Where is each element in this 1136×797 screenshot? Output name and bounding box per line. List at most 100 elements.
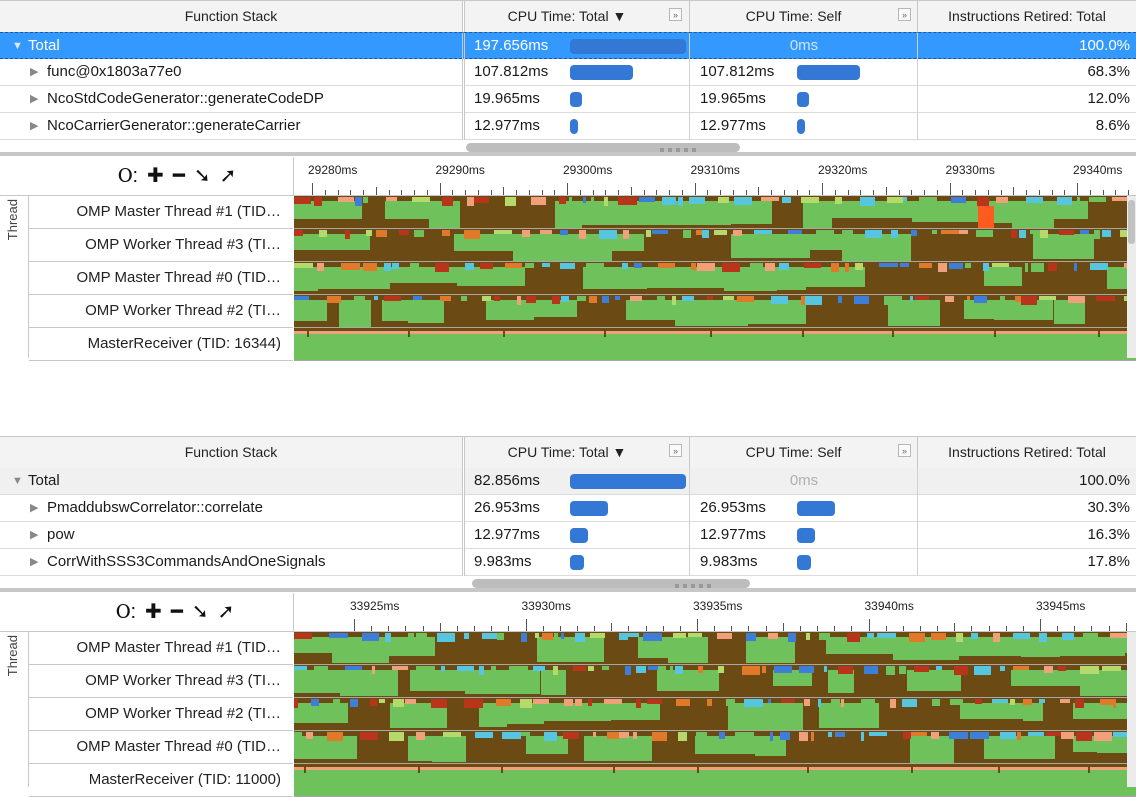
undo-zoom-icon[interactable]: ➘ [194, 157, 211, 195]
horizontal-scrollbar[interactable] [466, 577, 1136, 588]
expand-column-button[interactable]: » [898, 444, 911, 457]
horizontal-scroll-thumb[interactable] [466, 143, 740, 152]
zoom-in-icon[interactable]: ✚ [147, 157, 164, 195]
column-divider [462, 59, 465, 86]
column-divider[interactable] [462, 437, 465, 468]
expand-column-button[interactable]: » [669, 444, 682, 457]
lane-task-mark [560, 633, 564, 639]
vertical-scrollbar[interactable] [1127, 632, 1136, 787]
ruler-tick [847, 190, 849, 195]
lane-task-mark [349, 699, 358, 707]
lane-task-mark [588, 666, 595, 671]
zoom-out-icon[interactable]: ━ [171, 593, 183, 631]
thread-row-label[interactable]: OMP Master Thread #1 (TID… [29, 196, 293, 229]
collapse-triangle-icon[interactable]: ▼ [12, 468, 23, 494]
reset-zoom-icon[interactable]: ➚ [218, 593, 235, 631]
column-header-function-stack[interactable]: Function Stack [0, 437, 462, 468]
lane-task-mark [681, 296, 694, 301]
column-header-cpu-self[interactable]: CPU Time: Self [690, 1, 917, 32]
reset-zoom-icon[interactable]: ➚ [220, 157, 237, 195]
panel-splitter[interactable] [0, 148, 1136, 156]
lane-task-mark [619, 732, 629, 738]
thread-row-label[interactable]: OMP Worker Thread #3 (TI… [29, 229, 293, 262]
ruler-tick [541, 190, 543, 195]
thread-row-label[interactable]: MasterReceiver (TID: 16344) [29, 328, 293, 361]
lane-marker [503, 328, 505, 337]
magnifier-icon[interactable]: Ⲟ: [116, 593, 136, 631]
expand-triangle-icon[interactable]: ▶ [30, 495, 38, 521]
table-row[interactable]: ▶ PmaddubswCorrelator::correlate 26.953ms 2… [0, 495, 1136, 522]
vertical-scroll-thumb[interactable] [1128, 200, 1135, 244]
expand-column-button[interactable]: » [898, 8, 911, 21]
column-header-instructions[interactable]: Instructions Retired: Total [918, 437, 1136, 468]
expand-triangle-icon[interactable]: ▶ [30, 549, 38, 575]
time-ruler[interactable]: 33925ms 33930ms 33935ms 33940ms 33945ms [293, 593, 1136, 631]
splitter-grip-icon[interactable] [660, 148, 696, 152]
thread-lane[interactable] [294, 229, 1136, 262]
time-ruler[interactable]: 29280ms 29290ms 29300ms 29310ms 29320ms 29330… [293, 157, 1136, 195]
table-row[interactable]: ▶ func@0x1803a77e0 107.812ms 107.812ms 68.3% [0, 59, 1136, 86]
column-divider[interactable] [462, 1, 465, 32]
splitter-grip-icon[interactable] [675, 584, 711, 588]
vertical-scrollbar[interactable] [1127, 196, 1136, 358]
lane-task-mark [490, 666, 497, 675]
thread-lane[interactable] [294, 665, 1136, 698]
lane-task-mark [779, 732, 790, 740]
thread-row-label[interactable]: OMP Worker Thread #2 (TI… [29, 698, 293, 731]
expand-column-button[interactable]: » [669, 8, 682, 21]
cpu-self-bar [797, 528, 815, 543]
thread-row-label[interactable]: OMP Master Thread #1 (TID… [29, 632, 293, 665]
expand-triangle-icon[interactable]: ▶ [30, 59, 38, 85]
undo-zoom-icon[interactable]: ➘ [192, 593, 209, 631]
ruler-label: 29300ms [563, 163, 613, 177]
thread-lane[interactable] [294, 698, 1136, 731]
thread-lane[interactable] [294, 295, 1136, 328]
lane-marker [697, 764, 699, 773]
column-header-cpu-self[interactable]: CPU Time: Self [690, 437, 917, 468]
cpu-self-bar [797, 555, 811, 570]
lane-task-mark [955, 633, 964, 642]
thread-lane[interactable] [294, 632, 1136, 665]
lane-transition-line [294, 330, 1136, 334]
table-row[interactable]: ▶ pow 12.977ms 12.977ms 16.3% [0, 522, 1136, 549]
thread-row-label[interactable]: OMP Master Thread #0 (TID… [29, 262, 293, 295]
lane-task-mark [842, 230, 853, 235]
table-row[interactable]: ▼ Total 197.656ms 0ms 100.0% [0, 32, 1136, 60]
lane-task-mark [366, 230, 372, 236]
column-header-instructions[interactable]: Instructions Retired: Total [918, 1, 1136, 32]
expand-triangle-icon[interactable]: ▶ [30, 522, 38, 548]
thread-lane[interactable] [294, 262, 1136, 295]
magnifier-icon[interactable]: Ⲟ: [118, 157, 138, 195]
lane-task-mark [736, 296, 754, 302]
lane-task-mark [521, 732, 530, 736]
table-row[interactable]: ▼ Total 82.856ms 0ms 100.0% [0, 468, 1136, 495]
horizontal-scrollbar[interactable] [466, 141, 1136, 152]
table-row[interactable]: ▶ NcoStdCodeGenerator::generateCodeDP 19.9… [0, 86, 1136, 113]
collapse-triangle-icon[interactable]: ▼ [12, 33, 23, 59]
lane-activity-segment [626, 300, 675, 320]
lane-task-mark [559, 230, 568, 235]
lane-task-mark [1012, 633, 1031, 639]
lane-task-mark [707, 699, 712, 706]
expand-triangle-icon[interactable]: ▶ [30, 86, 38, 112]
thread-row-label[interactable]: OMP Worker Thread #3 (TI… [29, 665, 293, 698]
thread-lane[interactable] [294, 731, 1136, 764]
table-row[interactable]: ▶ CorrWithSSS3CommandsAndOneSignals 9.983m… [0, 549, 1136, 576]
column-header-cpu-total[interactable]: CPU Time: Total ▼ [466, 1, 688, 32]
zoom-in-icon[interactable]: ✚ [145, 593, 162, 631]
thread-lane[interactable] [294, 764, 1136, 797]
panel-splitter[interactable] [0, 584, 1136, 592]
thread-lane[interactable] [294, 328, 1136, 361]
column-header-function-stack[interactable]: Function Stack [0, 1, 462, 32]
cpu-self-value: 107.812ms [700, 63, 775, 80]
lane-activity-segment [407, 300, 444, 323]
thread-row-label[interactable]: OMP Master Thread #0 (TID… [29, 731, 293, 764]
expand-triangle-icon[interactable]: ▶ [30, 113, 38, 139]
thread-lane[interactable] [294, 196, 1136, 229]
thread-row-label[interactable]: MasterReceiver (TID: 11000) [29, 764, 293, 797]
column-divider [462, 522, 465, 549]
table-row[interactable]: ▶ NcoCarrierGenerator::generateCarrier 12.… [0, 113, 1136, 140]
column-header-cpu-total[interactable]: CPU Time: Total ▼ [466, 437, 688, 468]
thread-row-label[interactable]: OMP Worker Thread #2 (TI… [29, 295, 293, 328]
zoom-out-icon[interactable]: ━ [173, 157, 185, 195]
